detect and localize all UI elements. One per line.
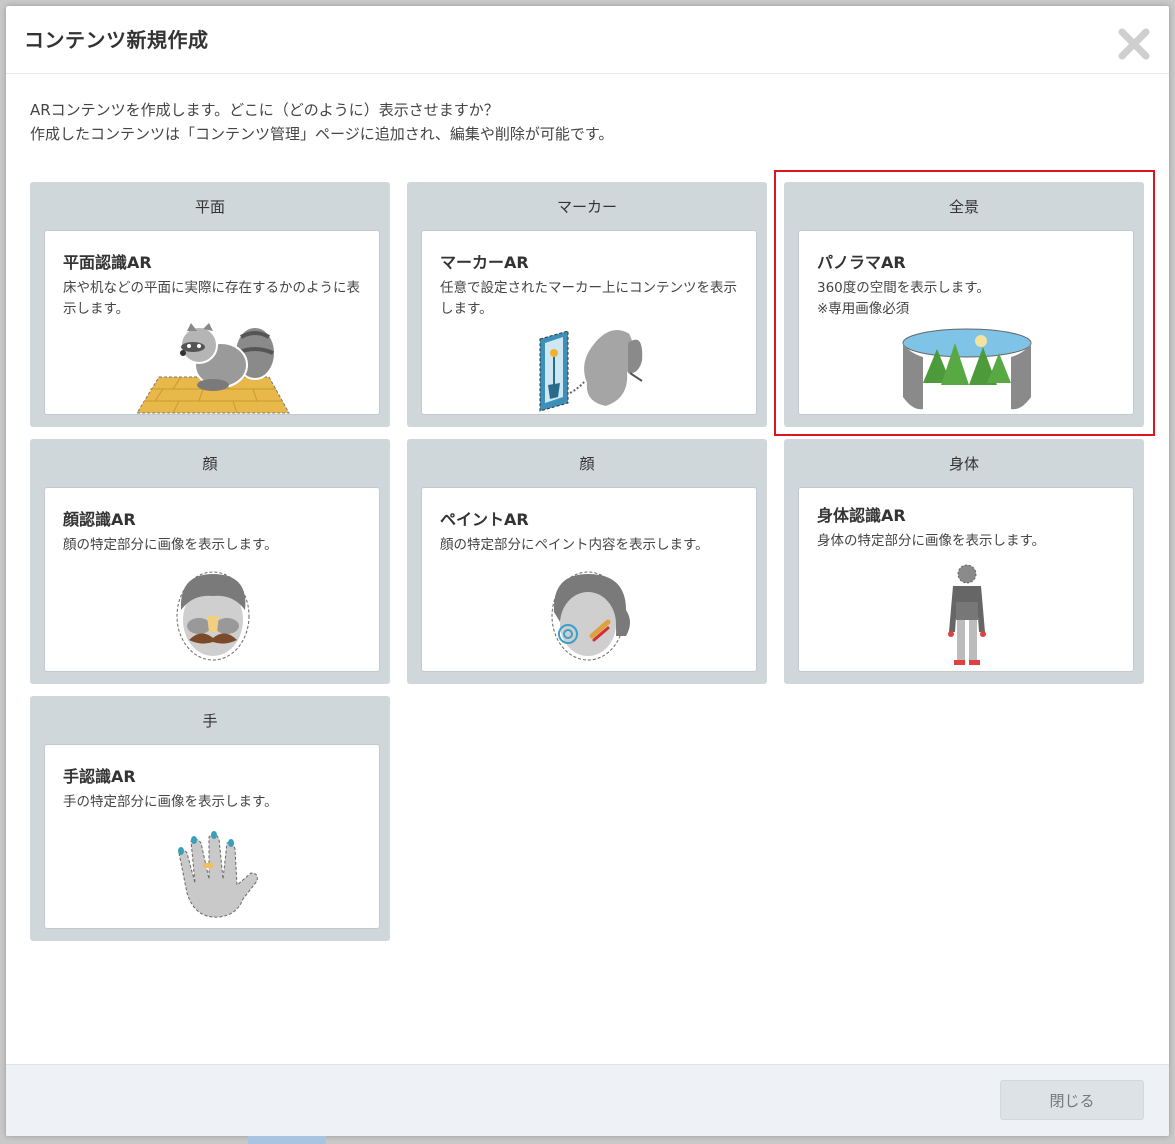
card-paint-ar[interactable]: 顔 ペイントAR 顔の特定部分にペイント内容を表示します。 <box>407 439 767 684</box>
card-body: 手認識AR 手の特定部分に画像を表示します。 <box>44 744 380 929</box>
card-face-ar[interactable]: 顔 顔認識AR 顔の特定部分に画像を表示します。 <box>30 439 390 684</box>
card-description: 手の特定部分に画像を表示します。 <box>63 794 278 810</box>
card-body: 顔認識AR 顔の特定部分に画像を表示します。 <box>44 487 380 672</box>
card-body: マーカーAR 任意で設定されたマーカー上にコンテンツを表示します。 <box>421 230 757 415</box>
card-title: 身体認識AR <box>817 506 906 525</box>
card-description: 床や机などの平面に実際に存在するかのように表示します。 <box>63 280 360 317</box>
background-strip <box>248 1136 326 1144</box>
card-panorama-ar[interactable]: 全景 パノラマAR 360度の空間を表示します。 ※専用画像必須 <box>784 182 1144 427</box>
card-title: 顔認識AR <box>63 510 136 529</box>
card-category: 平面 <box>194 198 225 216</box>
close-button[interactable]: 閉じる <box>1000 1080 1144 1120</box>
card-description: 360度の空間を表示します。 ※専用画像必須 <box>817 278 1117 320</box>
modal-title: コンテンツ新規作成 <box>24 28 209 52</box>
create-content-modal: コンテンツ新規作成 ARコンテンツを作成します。どこに（どのように）表示させます… <box>6 6 1169 1136</box>
card-description: 顔の特定部分にペイント内容を表示します。 <box>440 537 709 553</box>
card-body: ペイントAR 顔の特定部分にペイント内容を表示します。 <box>421 487 757 672</box>
card-note: ※専用画像必須 <box>817 301 910 317</box>
card-marker-ar[interactable]: マーカー マーカーAR 任意で設定されたマーカー上にコンテンツを表示します。 <box>407 182 767 427</box>
card-title: マーカーAR <box>440 253 529 272</box>
modal-header: コンテンツ新規作成 <box>6 6 1169 74</box>
intro-line-1: ARコンテンツを作成します。どこに（どのように）表示させますか？ <box>30 101 499 119</box>
card-plane-ar[interactable]: 平面 平面認識AR 床や机などの平面に実際に存在するかのように表示します。 <box>30 182 390 427</box>
card-category: マーカー <box>556 198 617 216</box>
card-title: ペイントAR <box>440 510 529 529</box>
card-body-ar[interactable]: 身体 身体認識AR 身体の特定部分に画像を表示します。 <box>784 439 1144 684</box>
marker-butterfly-icon <box>539 328 643 412</box>
face-mustache-icon <box>176 571 250 661</box>
card-body: 平面認識AR 床や机などの平面に実際に存在するかのように表示します。 <box>44 230 380 415</box>
intro-line-2: 作成したコンテンツは「コンテンツ管理」ページに追加され、編集や削除が可能です。 <box>30 125 614 143</box>
card-description: 身体の特定部分に画像を表示します。 <box>817 533 1046 549</box>
card-title: パノラマAR <box>817 253 906 272</box>
raccoon-on-floor-icon <box>136 323 290 414</box>
card-category: 全景 <box>948 198 979 216</box>
card-description-line: 360度の空間を表示します。 <box>817 280 990 296</box>
card-category: 顔 <box>579 455 595 473</box>
face-paint-icon <box>551 571 630 661</box>
card-title: 手認識AR <box>63 767 136 786</box>
card-body: パノラマAR 360度の空間を表示します。 ※専用画像必須 <box>798 230 1134 415</box>
modal-footer: 閉じる <box>6 1064 1169 1136</box>
intro-text: ARコンテンツを作成します。どこに（どのように）表示させますか？ 作成したコンテ… <box>30 98 613 146</box>
panorama-forest-icon <box>902 328 1032 410</box>
card-body: 身体認識AR 身体の特定部分に画像を表示します。 <box>798 487 1134 672</box>
card-title: 平面認識AR <box>63 253 152 272</box>
body-figure-icon <box>948 564 986 665</box>
card-description: 任意で設定されたマーカー上にコンテンツを表示します。 <box>440 280 737 317</box>
card-category: 身体 <box>948 455 979 473</box>
card-category: 手 <box>202 712 218 730</box>
card-hand-ar[interactable]: 手 手認識AR 手の特定部分に画像を表示します。 <box>30 696 390 941</box>
close-x-icon[interactable] <box>1116 26 1152 62</box>
card-category: 顔 <box>202 455 218 473</box>
card-description: 顔の特定部分に画像を表示します。 <box>63 537 278 553</box>
hand-icon <box>178 831 258 918</box>
